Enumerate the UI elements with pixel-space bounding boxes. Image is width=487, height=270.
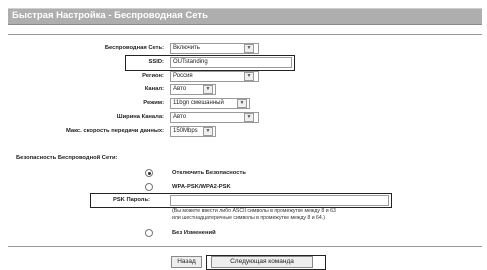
ssid-label: SSID:: [148, 59, 164, 65]
region-select-value: Россия: [173, 73, 193, 79]
channel-width-select-value: Авто: [173, 114, 187, 120]
channel-label: Канал:: [144, 86, 164, 92]
radio-disable-security[interactable]: [145, 169, 153, 177]
chevron-down-icon[interactable]: ▼: [244, 113, 254, 122]
chevron-down-icon[interactable]: ▼: [203, 127, 213, 136]
option-disable-security-label: Отключить Безопасность: [172, 170, 246, 176]
wireless-select-value: Включить: [173, 45, 200, 51]
max-rate-label: Макс. скорость передачи данных:: [65, 128, 164, 134]
radio-wpa-psk[interactable]: [145, 183, 153, 191]
chevron-down-icon[interactable]: ▼: [244, 72, 254, 81]
option-wpa-psk-label: WPA-PSK/WPA2-PSK: [172, 184, 231, 190]
top-divider: [8, 34, 482, 35]
mode-label: Режим:: [143, 100, 164, 106]
max-rate-select-value: 150Mbps: [173, 128, 198, 134]
chevron-down-icon[interactable]: ▼: [244, 44, 254, 53]
psk-password-label: PSK Пароль:: [112, 197, 150, 203]
title-bar: Быстрая Настройка - Беспроводная Сеть: [8, 8, 482, 25]
psk-hint-line-2: или шестнадцатеричные символы в промежут…: [172, 215, 325, 221]
option-no-change-label: Без Изменений: [172, 230, 216, 236]
wireless-label: Беспроводная Сеть:: [104, 45, 164, 51]
page-title: Быстрая Настройка - Беспроводная Сеть: [12, 10, 208, 21]
back-button[interactable]: Назад: [171, 256, 202, 268]
channel-width-label: Ширина Канала:: [116, 114, 164, 120]
radio-no-change[interactable]: [145, 229, 153, 237]
ssid-input-value: OUTstanding: [173, 59, 208, 65]
security-heading: Безопасность Беспроводной Сети:: [16, 155, 118, 161]
mode-select-value: 11bgn смешанный: [173, 100, 224, 106]
psk-hint-line-1: (Вы можете ввести либо ASCII символы в п…: [172, 208, 336, 214]
chevron-down-icon[interactable]: ▼: [237, 99, 247, 108]
chevron-down-icon[interactable]: ▼: [203, 85, 213, 94]
region-label: Регион:: [142, 73, 164, 79]
next-button[interactable]: Следующая команда: [211, 256, 313, 268]
bottom-divider: [8, 246, 482, 247]
channel-select-value: Авто: [173, 86, 187, 92]
psk-password-input[interactable]: [170, 195, 389, 206]
ssid-input[interactable]: OUTstanding: [170, 57, 292, 68]
